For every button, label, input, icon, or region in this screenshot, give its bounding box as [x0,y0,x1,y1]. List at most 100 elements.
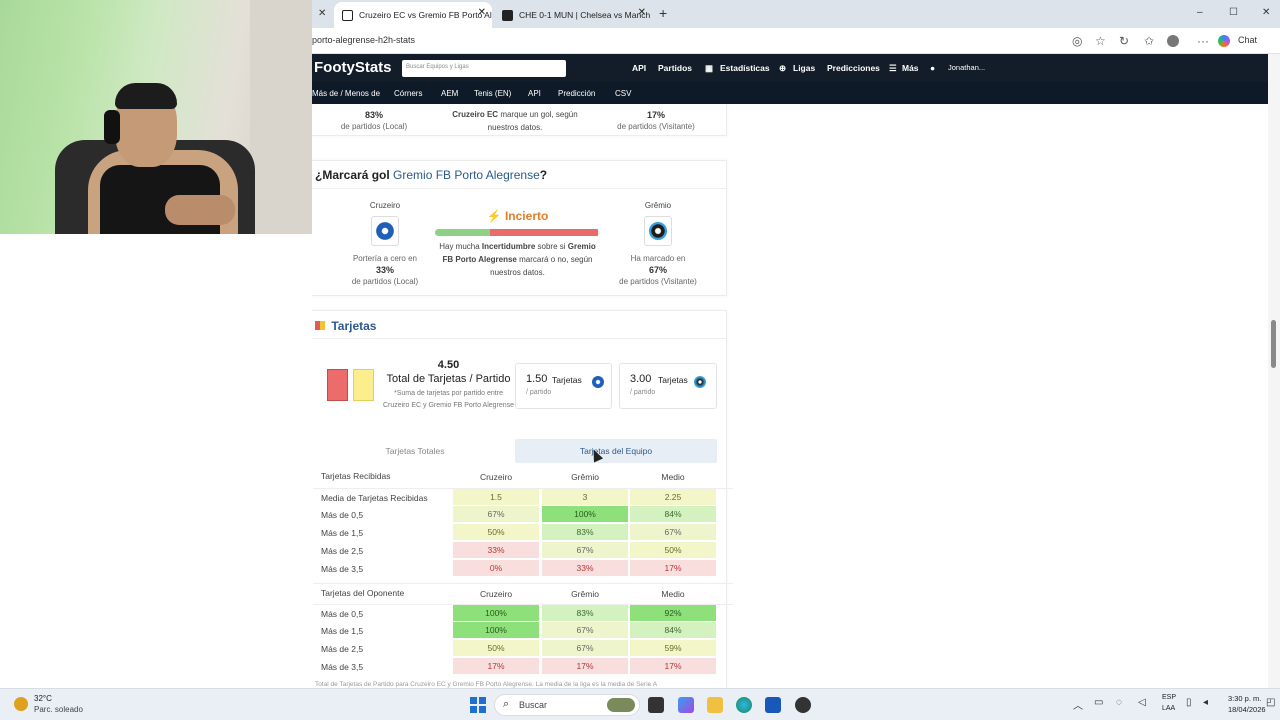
weather-temp[interactable]: 32°C [34,694,52,703]
away-cards-per: / partido [630,389,656,396]
weather-icon[interactable] [14,697,28,711]
store-icon[interactable] [765,697,781,713]
footystats-logo[interactable]: FootyStats [314,59,392,76]
search-icon: ⌕ [503,698,510,710]
user-name[interactable]: Jonathan... [948,63,985,72]
webcam-person-hair [115,83,177,109]
keyboard-layout[interactable]: LAA [1162,705,1175,712]
will-score-card: ¿Marcará gol Gremio FB Porto Alegrense? … [312,160,727,296]
file-explorer-icon[interactable] [707,697,723,713]
page-scrollbar[interactable] [1268,54,1280,688]
nav-ligas[interactable]: Ligas [793,63,815,73]
subnav-tenis[interactable]: Tenis (EN) [474,89,511,98]
webcam-person-hands [165,195,235,225]
table-row: Más de 2,5 33% 67% 50% [313,542,733,558]
home-stat-percent: 33% [375,265,394,275]
away-stat-percent: 67% [648,265,667,275]
cards-tables: Tarjetas Recibidas Cruzeiro Grêmio Medio… [313,467,733,688]
webcam-overlay [0,0,312,234]
table-row: Más de 1,5 50% 83% 67% [313,524,733,540]
profile-avatar-icon[interactable] [1167,35,1179,47]
copilot-app-icon[interactable] [678,697,694,713]
subnav-mas-menos[interactable]: Más de / Menos de [312,89,380,98]
maximize-button[interactable]: ☐ [1229,7,1238,18]
home-stat-label: Portería a cero en [352,254,418,263]
table1-header: Tarjetas Recibidas Cruzeiro Grêmio Medio [321,471,685,482]
previous-prediction-card: 83% de partidos (Local) Cruzeiro EC marq… [312,104,727,136]
red-card-graphic [327,369,348,401]
site-search-input[interactable]: Buscar Equipos y Ligas [402,60,566,77]
taskbar-search-box[interactable]: ⌕ Buscar [494,694,640,716]
url-text[interactable]: porto-alegrense-h2h-stats [312,35,415,45]
nav-partidos[interactable]: Partidos [658,63,692,73]
home-team-name: Cruzeiro [369,201,401,210]
address-bar[interactable]: porto-alegrense-h2h-stats ◎ ☆ ↻ ✩ ··· Ch… [312,28,1280,54]
reader-mode-icon[interactable]: ◎ [1072,34,1082,48]
tab-tarjetas-totales[interactable]: Tarjetas Totales [315,439,515,463]
app-icon[interactable] [795,697,811,713]
away-cards-value: 3.00 [630,373,652,385]
edge-browser-icon[interactable] [736,697,752,713]
cruzeiro-badge[interactable] [371,216,399,246]
battery-icon[interactable]: ▯ [1186,697,1192,708]
close-tab-icon[interactable]: ✕ [318,8,326,19]
wifi-icon[interactable]: ◌ [1116,697,1122,708]
team-link[interactable]: Gremio FB Porto Alegrense [393,168,540,182]
tab-cruzeiro-gremio[interactable]: Cruzeiro EC vs Gremio FB Porto Al ✕ [334,2,492,28]
windows-start-icon[interactable] [470,697,486,713]
subnav-prediccion[interactable]: Predicción [558,89,595,98]
bookmark-star-icon[interactable]: ☆ [1095,34,1106,48]
table-row: Media de Tarjetas Recibidas 1.5 3 2.25 [313,488,733,505]
site-favicon-icon [502,9,513,21]
notifications-icon[interactable]: ◰ [1266,697,1275,708]
site-subnav: Más de / Menos de Córners AEM Tenis (EN)… [312,82,1268,104]
yellow-card-icon [320,321,325,330]
away-cards-box: 3.00 Tarjetas / partido [619,363,717,409]
window-close-button[interactable]: ✕ [1262,7,1270,18]
taskbar-search-label: Buscar [519,700,548,710]
nav-predicciones[interactable]: Predicciones [827,63,880,73]
card-title: ¿Marcará gol Gremio FB Porto Alegrense? [312,161,726,189]
chevron-up-icon[interactable]: ︿ [1073,697,1083,712]
new-tab-button[interactable]: + [659,5,667,21]
tab-tarjetas-del-equipo[interactable]: Tarjetas del Equipo [515,439,717,463]
windows-taskbar: 32°C Parc. soleado ⌕ Buscar ︿ ▭ ◌ ◁ ESP … [0,688,1280,720]
volume-icon[interactable]: ◁ [1138,697,1146,708]
nav-estadisticas[interactable]: Estadísticas [720,63,770,73]
scrollbar-thumb[interactable] [1271,320,1276,368]
nav-api[interactable]: API [632,63,646,73]
close-icon[interactable]: ✕ [638,7,646,18]
subnav-aem[interactable]: AEM [441,89,458,98]
webcam-background-shelf [250,0,312,234]
close-icon[interactable]: ✕ [478,7,486,18]
chat-label[interactable]: Chat [1238,35,1257,45]
clock-date[interactable]: 18/04/2026 [1228,705,1266,714]
subnav-corners[interactable]: Córners [394,89,422,98]
home-cards-box: 1.50 Tarjetas / partido [515,363,612,409]
speaker-icon[interactable]: ◂ [1203,697,1208,708]
home-cards-per: / partido [526,389,552,396]
task-view-icon[interactable] [648,697,664,713]
team-name: Cruzeiro EC [452,110,499,119]
language-code[interactable]: ESP [1162,694,1176,701]
clock-time[interactable]: 3:30 p. m. [1228,694,1261,703]
tab-chelsea-mun[interactable]: CHE 0-1 MUN | Chelsea vs Manch ✕ [494,2,652,28]
more-options-icon[interactable]: ··· [1197,34,1209,48]
chart-icon: ▦ [705,63,714,73]
verdict-label: Incierto [504,209,549,223]
network-icon[interactable]: ▭ [1094,697,1103,708]
home-caption: de partidos (Local) [340,122,408,131]
minimize-button[interactable]: – [1197,7,1203,18]
webcam-headset [104,110,120,144]
subnav-csv[interactable]: CSV [615,89,631,98]
away-cards-unit: Tarjetas [658,375,688,385]
weather-desc[interactable]: Parc. soleado [34,705,83,714]
gremio-badge[interactable] [644,216,672,246]
favorites-icon[interactable]: ✩ [1144,34,1154,48]
refresh-icon[interactable]: ↻ [1119,34,1129,48]
subnav-api[interactable]: API [528,89,541,98]
home-cards-value: 1.50 [526,373,548,385]
copilot-icon[interactable] [1218,35,1230,47]
nav-mas[interactable]: Más [902,63,919,73]
away-percent: 17% [646,110,665,120]
